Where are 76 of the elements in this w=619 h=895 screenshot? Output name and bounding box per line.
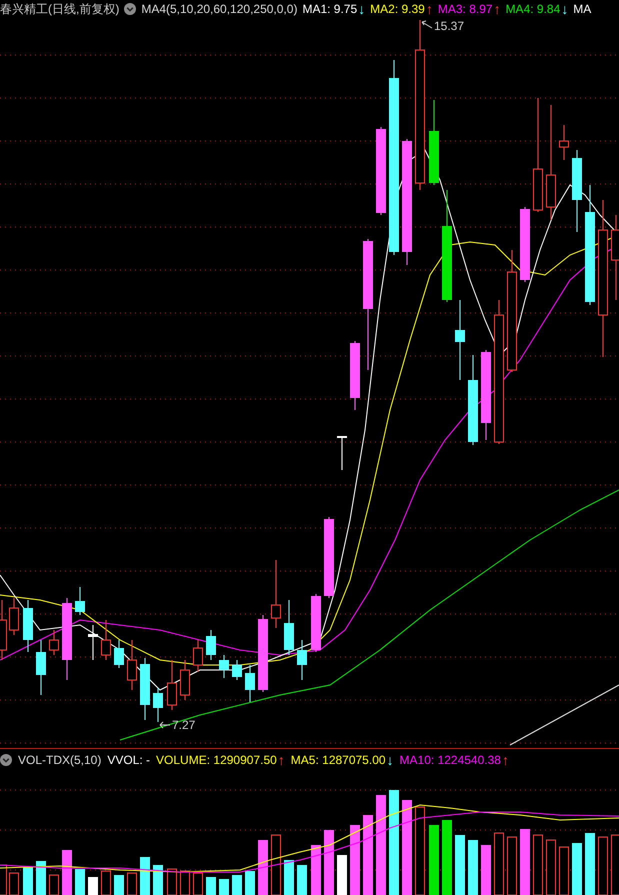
indicator-reading: MA1: 9.75 <box>302 3 358 15</box>
volume-bar <box>258 840 268 895</box>
candlestick <box>75 586 85 616</box>
trend-arrow: ↓ <box>358 2 366 16</box>
candlestick <box>140 658 150 720</box>
trend-arrow: ↓ <box>561 2 568 16</box>
volume-bar <box>140 857 150 895</box>
volume-bar <box>468 840 478 895</box>
candlestick <box>180 660 190 700</box>
candlestick <box>350 340 360 410</box>
candlestick <box>559 124 569 160</box>
candlestick <box>219 654 229 678</box>
candlestick <box>127 640 137 690</box>
candlestick <box>297 640 307 680</box>
volume-bar <box>324 830 334 895</box>
leader-line <box>422 20 432 28</box>
candlestick <box>193 640 203 672</box>
volume-bar <box>311 845 321 895</box>
volume-bar <box>114 875 124 895</box>
indicator-reading: MA <box>573 3 592 15</box>
volume-bar <box>481 845 491 895</box>
trend-arrow: ↑ <box>426 2 433 16</box>
leader-line <box>160 722 170 728</box>
volume-bar <box>297 865 307 895</box>
candlestick <box>232 660 242 680</box>
indicator-reading: VOLUME: 1290907.50 <box>156 754 277 766</box>
indicator-reading: MA4: 9.84 <box>506 3 560 15</box>
candlestick <box>245 664 255 702</box>
trend-arrow: ↑ <box>494 2 501 16</box>
candlestick <box>88 624 98 660</box>
candlestick <box>153 688 163 722</box>
volume-bar <box>62 850 72 895</box>
candlestick <box>167 660 177 710</box>
trend-arrow: ↑ <box>502 752 509 766</box>
indicator-name: MA4(5,10,20,60,120,250,0,0) <box>141 3 298 15</box>
volume-bar <box>245 871 255 895</box>
candlestick <box>9 598 19 636</box>
volume-bar <box>75 869 85 895</box>
high-price-label: 15.37 <box>434 19 464 33</box>
indicator-reading: MA2: 9.39 <box>370 3 425 15</box>
indicator-reading: VVOL: - <box>107 754 150 766</box>
volume-bar <box>337 855 347 895</box>
volume-bar <box>350 825 360 895</box>
volume-bar <box>572 843 582 895</box>
volume-bar <box>455 835 465 895</box>
trend-arrow: ↓ <box>386 752 394 766</box>
stock-title: 春兴精工(日线,前复权) <box>0 3 120 15</box>
indicator-reading: MA5: 1287075.00 <box>290 754 386 766</box>
indicator-reading: MA3: 8.97 <box>438 3 493 15</box>
candlestick <box>114 640 124 668</box>
volume-bar <box>88 877 98 895</box>
chevron-down-icon[interactable] <box>124 3 136 15</box>
candlestick <box>337 436 347 470</box>
volume-bar <box>232 875 242 895</box>
candlestick <box>36 640 46 696</box>
volume-bar <box>206 877 216 895</box>
indicator-name: VOL-TDX(5,10) <box>18 754 102 766</box>
volume-bar <box>36 861 46 895</box>
volume-bar <box>153 865 163 895</box>
volume-bar <box>429 825 439 895</box>
candlestick <box>23 600 33 652</box>
indicator-reading: MA10: 1224540.38 <box>400 754 501 766</box>
volume-bar <box>585 833 595 895</box>
volume-bar <box>23 867 33 895</box>
volume-bar <box>219 879 229 895</box>
candlestick <box>271 560 281 628</box>
candlestick <box>284 600 294 656</box>
low-price-label: 7.27 <box>172 718 196 732</box>
candlestick <box>49 630 59 656</box>
volume-bar <box>284 860 294 895</box>
volume-bar <box>520 829 530 895</box>
candlestick <box>311 594 321 652</box>
chevron-down-icon[interactable] <box>0 754 12 766</box>
trend-arrow: ↑ <box>278 752 285 766</box>
candlestick <box>206 630 216 660</box>
candlestick <box>101 620 111 660</box>
